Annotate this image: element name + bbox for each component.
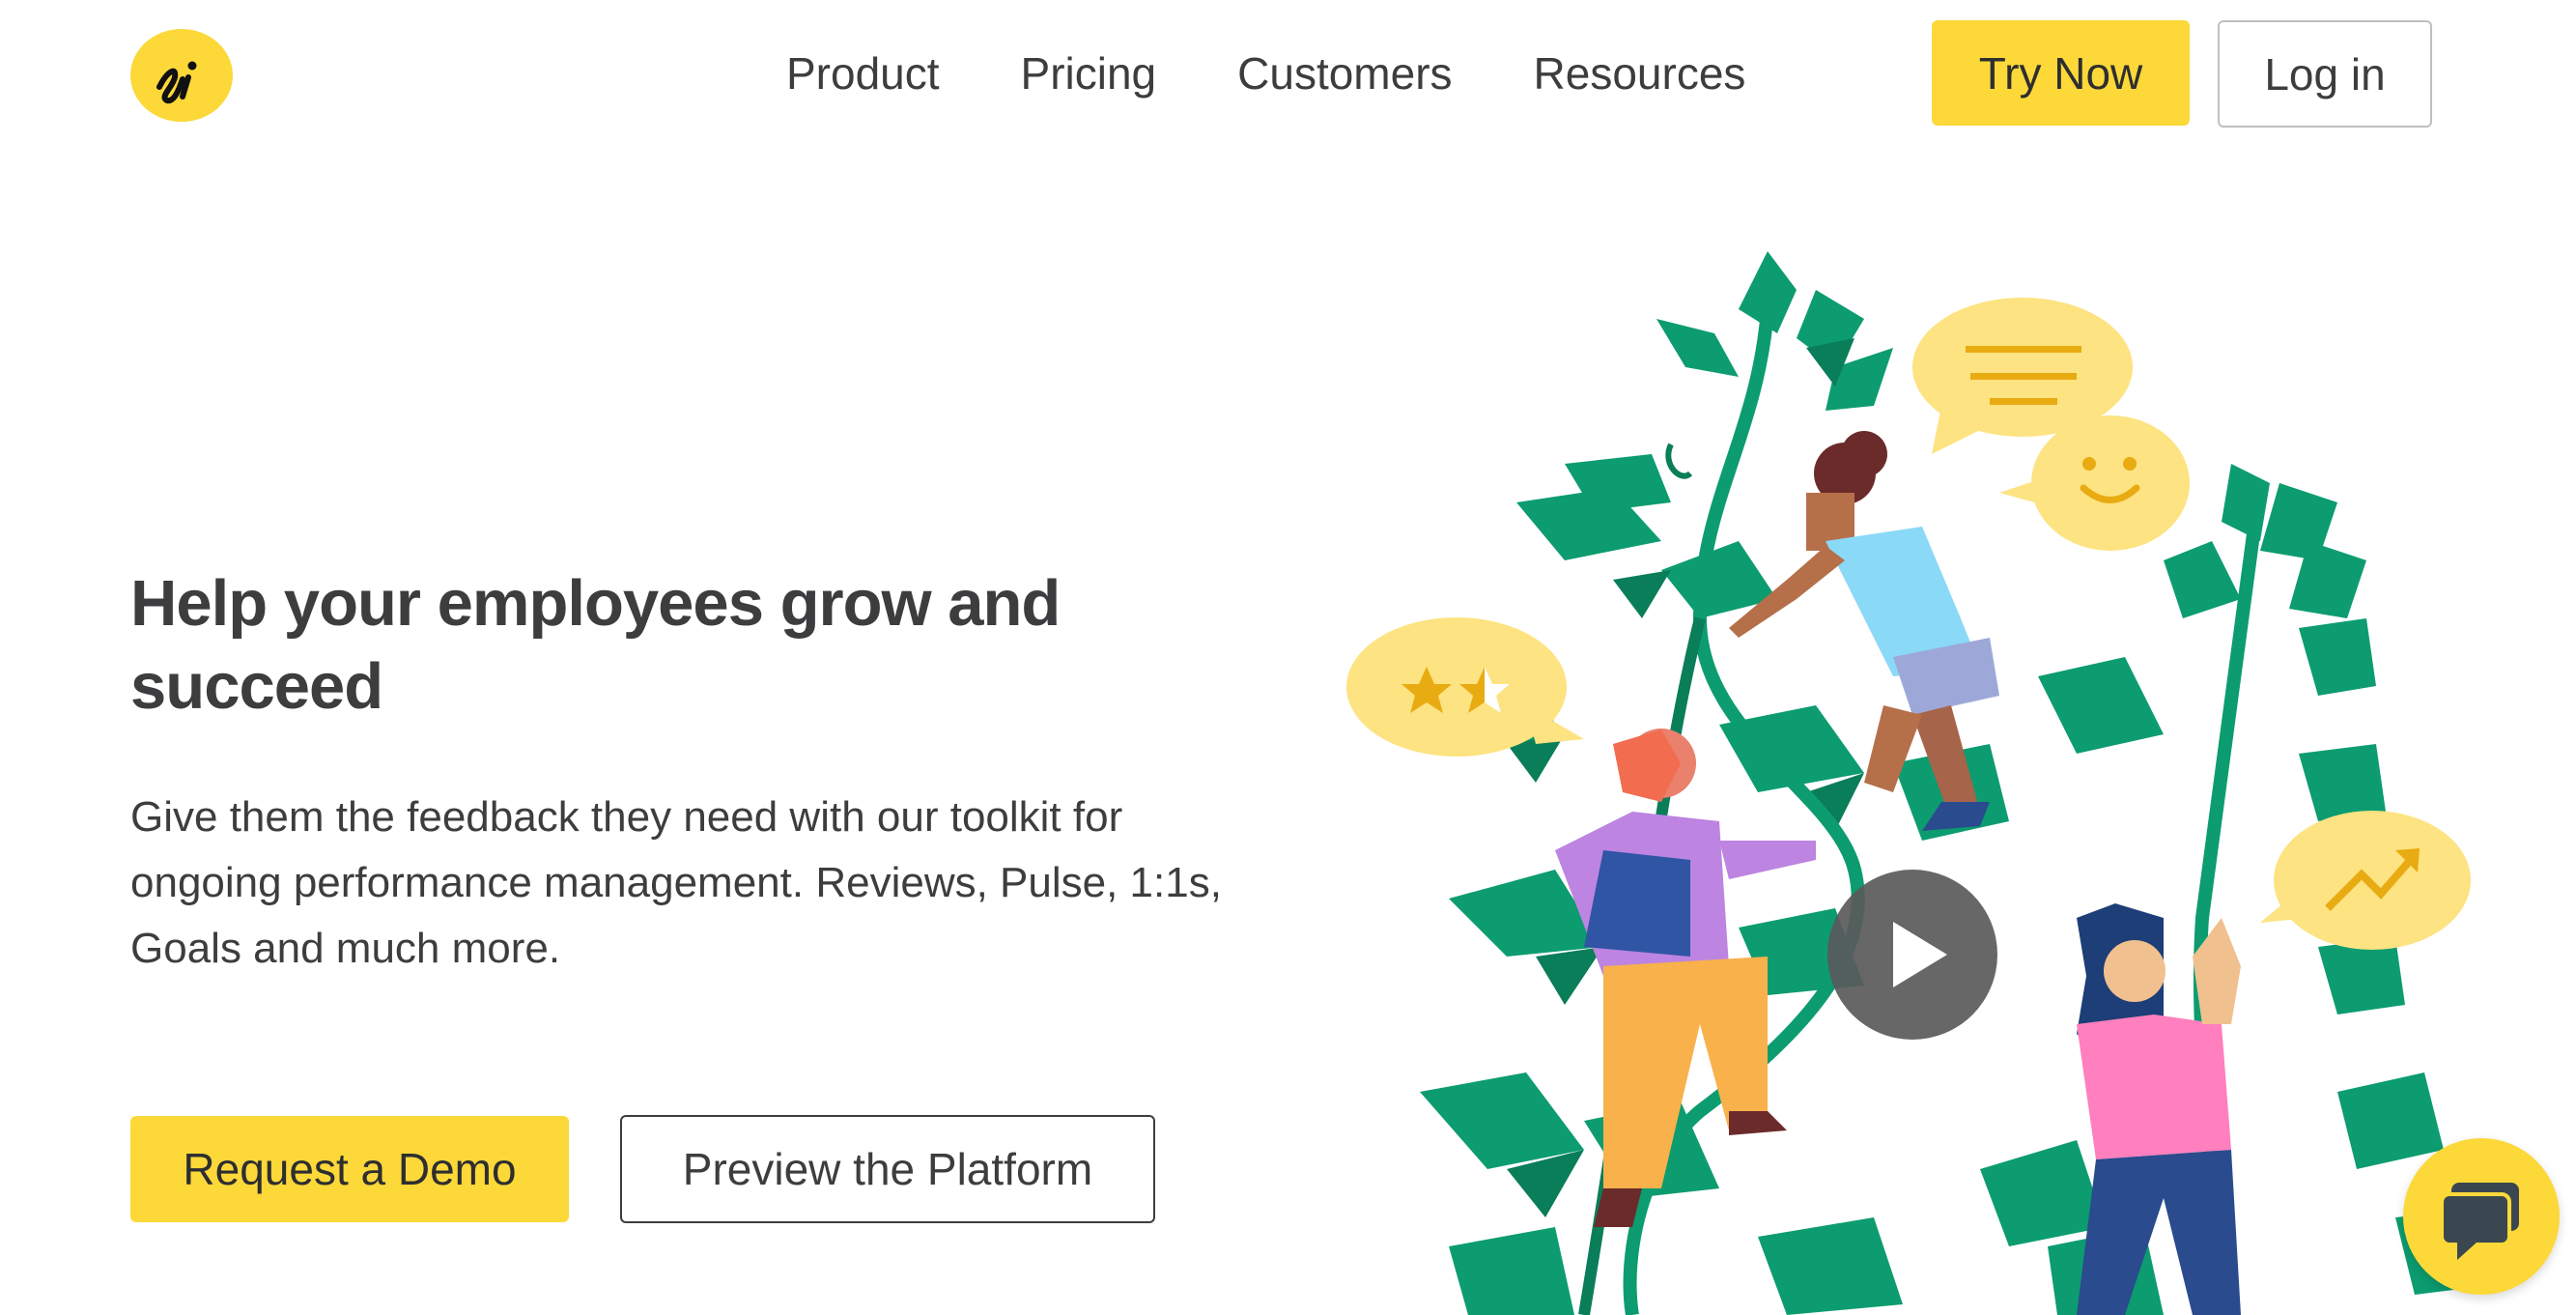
main-nav: Product Pricing Customers Resources [786,43,1745,104]
preview-platform-button[interactable]: Preview the Platform [620,1115,1155,1223]
nav-customers[interactable]: Customers [1237,43,1452,104]
request-demo-button[interactable]: Request a Demo [130,1116,569,1222]
hero-subtitle: Give them the feedback they need with ou… [130,793,1222,972]
chat-bubbles-icon [2440,1183,2519,1260]
login-button[interactable]: Log in [2218,20,2432,128]
nav-resources[interactable]: Resources [1534,43,1746,104]
beanstalk-illustration [1346,251,2492,1315]
play-icon[interactable] [1827,870,1997,1040]
logo[interactable] [130,29,233,122]
hero-illustration [1343,232,2576,1315]
nav-pricing[interactable]: Pricing [1021,43,1157,104]
chat-widget-button[interactable] [2403,1138,2560,1295]
hero-title: Help your employees grow and succeed [130,567,1061,723]
try-now-button[interactable]: Try Now [1932,20,2190,126]
si-logo-icon [156,61,197,104]
nav-product[interactable]: Product [786,43,940,104]
